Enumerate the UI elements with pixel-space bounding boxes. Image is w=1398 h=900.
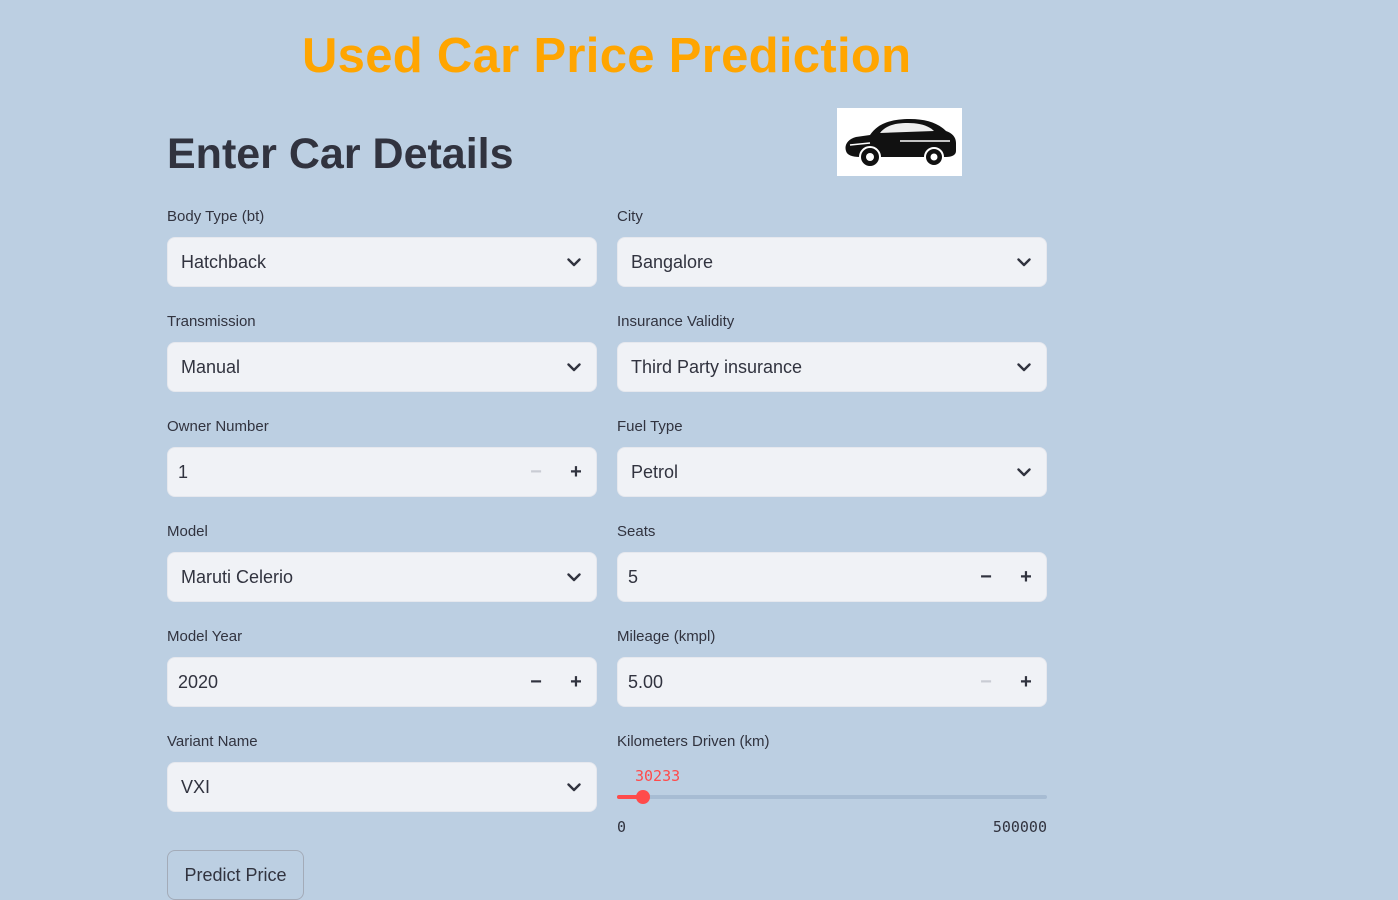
fuel-type-label: Fuel Type [617, 418, 683, 435]
slider-current-value: 30233 [635, 767, 681, 785]
variant-value: VXI [181, 776, 211, 797]
slider-max-label: 500000 [992, 818, 1047, 836]
model-year-label: Model Year [167, 628, 243, 645]
transmission-label: Transmission [167, 313, 256, 330]
transmission-select[interactable]: Manual [167, 342, 597, 392]
model-label: Model [167, 523, 208, 540]
car-icon [844, 119, 956, 168]
chevron-down-icon [1016, 464, 1032, 480]
decrement-button[interactable]: − [966, 553, 1006, 601]
variant-field: Variant Name VXI [167, 732, 597, 812]
chevron-down-icon [566, 779, 582, 795]
fuel-type-select[interactable]: Petrol [617, 447, 1047, 497]
model-field: Model Maruti Celerio [167, 522, 597, 602]
km-driven-field: Kilometers Driven (km) 30233 0 500000 [617, 732, 1047, 842]
chevron-down-icon [566, 254, 582, 270]
decrement-button[interactable]: − [516, 658, 556, 706]
model-year-value: 2020 [178, 671, 219, 692]
seats-value: 5 [628, 566, 639, 587]
slider-min-label: 0 [617, 818, 627, 836]
variant-select[interactable]: VXI [167, 762, 597, 812]
section-title: Enter Car Details [167, 130, 514, 178]
increment-button[interactable]: + [556, 658, 596, 706]
predict-price-button[interactable]: Predict Price [167, 850, 304, 900]
insurance-field: Insurance Validity Third Party insurance [617, 312, 1047, 392]
slider-track[interactable] [617, 795, 1047, 799]
city-select[interactable]: Bangalore [617, 237, 1047, 287]
city-value: Bangalore [631, 251, 714, 272]
owner-number-input[interactable]: 1 − + [167, 447, 597, 497]
increment-button[interactable]: + [1006, 553, 1046, 601]
insurance-select[interactable]: Third Party insurance [617, 342, 1047, 392]
body-type-select[interactable]: Hatchback [167, 237, 597, 287]
chevron-down-icon [566, 569, 582, 585]
app-title: Used Car Price Prediction [302, 29, 912, 83]
chevron-down-icon [1016, 254, 1032, 270]
mileage-value: 5.00 [628, 671, 664, 692]
chevron-down-icon [1016, 359, 1032, 375]
city-label: City [617, 208, 643, 225]
model-year-input[interactable]: 2020 − + [167, 657, 597, 707]
transmission-field: Transmission Manual [167, 312, 597, 392]
model-select[interactable]: Maruti Celerio [167, 552, 597, 602]
seats-field: Seats 5 − + [617, 522, 1047, 602]
increment-button[interactable]: + [1006, 658, 1046, 706]
km-driven-label: Kilometers Driven (km) [617, 733, 770, 750]
transmission-value: Manual [181, 356, 241, 377]
body-type-field: Body Type (bt) Hatchback [167, 207, 597, 287]
model-value: Maruti Celerio [181, 566, 294, 587]
mileage-input[interactable]: 5.00 − + [617, 657, 1047, 707]
fuel-type-field: Fuel Type Petrol [617, 417, 1047, 497]
slider-thumb[interactable] [636, 790, 650, 804]
decrement-button[interactable]: − [516, 448, 556, 496]
insurance-value: Third Party insurance [631, 356, 803, 377]
seats-input[interactable]: 5 − + [617, 552, 1047, 602]
decrement-button[interactable]: − [966, 658, 1006, 706]
increment-button[interactable]: + [556, 448, 596, 496]
body-type-value: Hatchback [181, 251, 267, 272]
insurance-label: Insurance Validity [617, 313, 735, 330]
city-field: City Bangalore [617, 207, 1047, 287]
owner-number-field: Owner Number 1 − + [167, 417, 597, 497]
model-year-field: Model Year 2020 − + [167, 627, 597, 707]
mileage-label: Mileage (kmpl) [617, 628, 716, 645]
chevron-down-icon [566, 359, 582, 375]
body-type-label: Body Type (bt) [167, 208, 265, 225]
mileage-field: Mileage (kmpl) 5.00 − + [617, 627, 1047, 707]
km-driven-slider[interactable]: 30233 0 500000 [617, 752, 1047, 842]
owner-number-label: Owner Number [167, 418, 269, 435]
seats-label: Seats [617, 523, 656, 540]
owner-number-value: 1 [178, 461, 189, 482]
car-logo [837, 108, 962, 176]
fuel-type-value: Petrol [631, 461, 679, 482]
variant-label: Variant Name [167, 733, 258, 750]
